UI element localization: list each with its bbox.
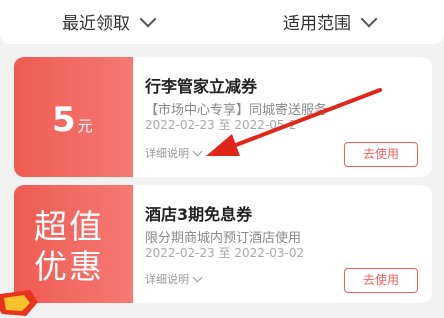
use-coupon-button[interactable]: 去使用 — [344, 142, 418, 167]
coupon-amount-unit: 元 — [77, 117, 93, 135]
coupon-info: 酒店3期免息券 限分期商城内预订酒店使用 2022-02-23 至 2022-0… — [145, 185, 432, 303]
coupon-card: 5元 行李管家立减券 【市场中心专享】同城寄送服务 2022-02-23 至 2… — [14, 57, 432, 177]
use-coupon-button[interactable]: 去使用 — [344, 268, 418, 293]
coupon-detail-label: 详细说明 — [145, 273, 189, 286]
coupon-card: 超值 优惠 酒店3期免息券 限分期商城内预订酒店使用 2022-02-23 至 … — [14, 185, 432, 303]
chevron-down-icon — [360, 10, 378, 27]
coupon-title: 行李管家立减券 — [145, 77, 258, 96]
coupon-value-text: 超值 优惠 — [34, 207, 104, 287]
coupon-amount: 5元 — [52, 100, 93, 140]
scope-filter-label: 适用范围 — [283, 14, 351, 34]
scope-filter-button[interactable]: 适用范围 — [283, 9, 378, 34]
chevron-down-icon — [192, 272, 203, 282]
coupon-date-range: 2022-02-23 至 2022-03-02 — [145, 246, 305, 260]
recent-filter-button[interactable]: 最近领取 — [62, 9, 157, 34]
coupon-detail-toggle[interactable]: 详细说明 — [145, 271, 203, 287]
coupon-detail-toggle[interactable]: 详细说明 — [145, 145, 203, 161]
coupon-detail-label: 详细说明 — [145, 147, 189, 160]
coupon-info: 行李管家立减券 【市场中心专享】同城寄送服务 2022-02-23 至 2022… — [145, 57, 432, 177]
coupon-value-line: 超值 — [34, 207, 104, 246]
promo-badge-icon — [0, 290, 38, 316]
coupon-date-range: 2022-02-23 至 2022-05-2 — [145, 118, 297, 132]
coupon-amount-number: 5 — [52, 100, 76, 140]
coupon-value-line: 优惠 — [34, 247, 104, 286]
recent-filter-label: 最近领取 — [62, 14, 130, 34]
coupon-value-panel: 5元 — [14, 57, 133, 177]
filter-bar: 最近领取 适用范围 — [0, 0, 444, 44]
chevron-down-icon — [139, 10, 157, 27]
chevron-down-icon — [192, 146, 203, 156]
coupon-title: 酒店3期免息券 — [145, 205, 253, 224]
coupon-value-panel: 超值 优惠 — [14, 185, 133, 303]
